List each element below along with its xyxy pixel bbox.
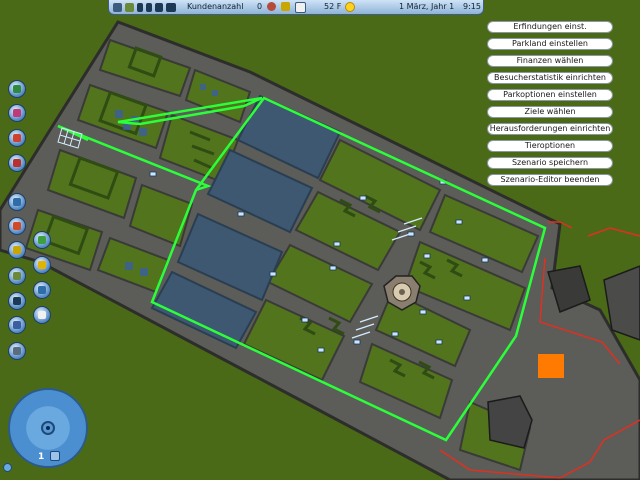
menu-challenges-button[interactable]: Herausforderungen einrichten — [487, 122, 613, 135]
terrain-icon[interactable] — [8, 267, 26, 285]
date: 1 März, Jahr 1 — [399, 2, 455, 11]
scenery-icon[interactable] — [8, 154, 26, 172]
camera-compass[interactable] — [8, 388, 88, 468]
menu-park-options-button[interactable]: Parkoptionen einstellen — [487, 88, 613, 101]
play-icon[interactable] — [146, 2, 152, 12]
happiness-icon — [267, 2, 276, 11]
compass-dot-icon — [46, 426, 50, 430]
menu-parkland-button[interactable]: Parkland einstellen — [487, 37, 613, 50]
water-icon[interactable] — [33, 256, 51, 274]
rides-icon[interactable] — [8, 129, 26, 147]
rating-icon — [281, 2, 290, 11]
zoom-toggle-icon[interactable] — [50, 451, 60, 461]
top-status-bar: Kundenanzahl 0 52 F 1 März, Jahr 1 9:15 — [108, 0, 484, 15]
fast-forward-icon[interactable] — [155, 2, 163, 12]
guest-count: 0 — [257, 2, 263, 11]
tools-icon[interactable] — [8, 316, 26, 334]
weather-sun-icon — [345, 2, 355, 12]
zoom-level: 1 — [38, 452, 45, 462]
orange-marker — [538, 354, 564, 378]
animals-icon[interactable] — [8, 217, 26, 235]
menu-save-scenario-button[interactable]: Szenario speichern — [487, 156, 613, 169]
menu-goals-button[interactable]: Ziele wählen — [487, 105, 613, 118]
menu-finances-button[interactable]: Finanzen wählen — [487, 54, 613, 67]
menu-animal-options-button[interactable]: Tieroptionen — [487, 139, 613, 152]
time: 9:15 — [463, 2, 481, 11]
rotate-icon[interactable] — [3, 463, 12, 472]
message-icon[interactable] — [295, 2, 306, 13]
inspect-icon[interactable] — [8, 292, 26, 310]
pause-icon[interactable] — [137, 2, 143, 12]
fastest-icon[interactable] — [166, 2, 176, 12]
options-icon[interactable] — [125, 2, 134, 12]
park-info-icon[interactable] — [8, 193, 26, 211]
menu-inventions-button[interactable]: Erfindungen einst. — [487, 21, 613, 33]
demolish-icon[interactable] — [8, 342, 26, 360]
temperature: 52 F — [324, 2, 342, 11]
scenario-editor-menu: Erfindungen einst. Parkland einstellen F… — [487, 21, 613, 191]
build-icon[interactable] — [33, 306, 51, 324]
menu-exit-editor-button[interactable]: Szenario-Editor beenden — [487, 173, 613, 186]
landscape-icon[interactable] — [33, 231, 51, 249]
paths-icon[interactable] — [8, 104, 26, 122]
game-screen: Kundenanzahl 0 52 F 1 März, Jahr 1 9:15 … — [0, 0, 640, 480]
map-icon[interactable] — [8, 80, 26, 98]
staff-icon[interactable] — [8, 241, 26, 259]
menu-guest-stats-button[interactable]: Besucherstatistik einrichten — [487, 71, 613, 84]
file-icon[interactable] — [113, 2, 122, 12]
guest-count-label: Kundenanzahl — [187, 2, 244, 11]
shop-icon[interactable] — [33, 281, 51, 299]
